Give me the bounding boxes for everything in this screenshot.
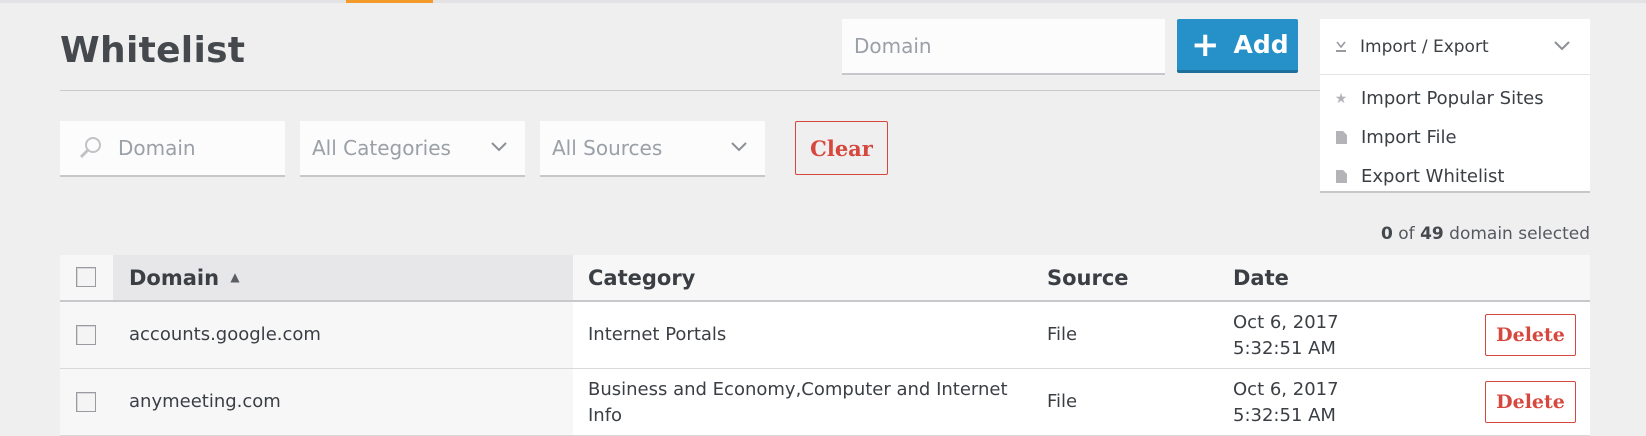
import-export-menu: ★ Import Popular Sites Import File Expor… <box>1320 75 1590 193</box>
table-header: Domain ▲ Category Source Date <box>60 255 1590 302</box>
row-date-time: 5:32:51 AM <box>1233 338 1336 359</box>
menu-item-label: Import Popular Sites <box>1361 88 1544 109</box>
active-tab-indicator <box>346 0 433 3</box>
import-export-label: Import / Export <box>1360 36 1489 57</box>
column-header-category[interactable]: Category <box>588 266 695 290</box>
file-icon <box>1334 131 1348 144</box>
menu-item-export-whitelist[interactable]: Export Whitelist <box>1320 157 1590 196</box>
clear-button[interactable]: Clear <box>795 121 888 175</box>
row-category: Internet Portals <box>588 324 727 345</box>
table-row[interactable]: anymeeting.com Business and Economy,Comp… <box>60 369 1590 436</box>
download-icon <box>1334 40 1348 54</box>
search-icon <box>78 135 104 161</box>
row-date-day: Oct 6, 2017 <box>1233 312 1339 333</box>
chevron-down-icon <box>1552 35 1572 60</box>
page-title: Whitelist <box>60 30 246 71</box>
add-button[interactable]: + Add <box>1177 19 1298 73</box>
search-placeholder: Domain <box>118 136 196 160</box>
table-row[interactable]: accounts.google.com Internet Portals Fil… <box>60 302 1590 369</box>
menu-item-import-popular-sites[interactable]: ★ Import Popular Sites <box>1320 79 1590 118</box>
menu-item-import-file[interactable]: Import File <box>1320 118 1590 157</box>
row-source: File <box>1047 391 1078 412</box>
add-button-label: Add <box>1233 30 1289 59</box>
delete-button[interactable]: Delete <box>1485 314 1576 356</box>
whitelist-table: Domain ▲ Category Source Date accounts.g… <box>60 255 1590 436</box>
sort-ascending-icon: ▲ <box>230 270 240 284</box>
select-all-checkbox[interactable] <box>76 267 96 287</box>
column-header-source[interactable]: Source <box>1047 266 1129 290</box>
of-text: of <box>1398 224 1415 244</box>
selected-count: 0 <box>1381 224 1393 244</box>
file-icon <box>1334 170 1348 183</box>
row-date: Oct 6, 2017 5:32:51 AM <box>1233 310 1339 362</box>
category-select-value: All Categories <box>312 136 451 160</box>
column-header-domain[interactable]: Domain ▲ <box>129 266 240 290</box>
category-select[interactable]: All Categories <box>300 121 525 177</box>
top-bar <box>0 0 1646 3</box>
total-count: 49 <box>1420 224 1444 244</box>
menu-item-label: Export Whitelist <box>1361 166 1505 187</box>
source-select-value: All Sources <box>552 136 663 160</box>
column-header-label: Domain <box>129 266 220 290</box>
row-domain: accounts.google.com <box>129 324 321 345</box>
star-icon: ★ <box>1334 90 1348 107</box>
row-date: Oct 6, 2017 5:32:51 AM <box>1233 377 1339 429</box>
selection-summary: 0 of 49 domain selected <box>1381 224 1590 244</box>
add-domain-placeholder: Domain <box>854 34 932 58</box>
row-category: Business and Economy,Computer and Intern… <box>588 379 1008 426</box>
column-header-date[interactable]: Date <box>1233 266 1289 290</box>
chevron-down-icon <box>489 136 509 161</box>
row-checkbox[interactable] <box>76 392 96 412</box>
row-date-day: Oct 6, 2017 <box>1233 379 1339 400</box>
row-checkbox[interactable] <box>76 325 96 345</box>
row-source: File <box>1047 324 1078 345</box>
row-date-time: 5:32:51 AM <box>1233 405 1336 426</box>
domain-search-input[interactable]: Domain <box>60 121 285 177</box>
selection-suffix: domain selected <box>1449 224 1590 244</box>
chevron-down-icon <box>729 136 749 161</box>
add-domain-input[interactable]: Domain <box>842 19 1165 75</box>
delete-button[interactable]: Delete <box>1485 381 1576 423</box>
import-export-dropdown[interactable]: Import / Export <box>1320 19 1590 75</box>
menu-item-label: Import File <box>1361 127 1457 148</box>
plus-icon: + <box>1191 24 1220 65</box>
row-domain: anymeeting.com <box>129 391 281 412</box>
source-select[interactable]: All Sources <box>540 121 765 177</box>
